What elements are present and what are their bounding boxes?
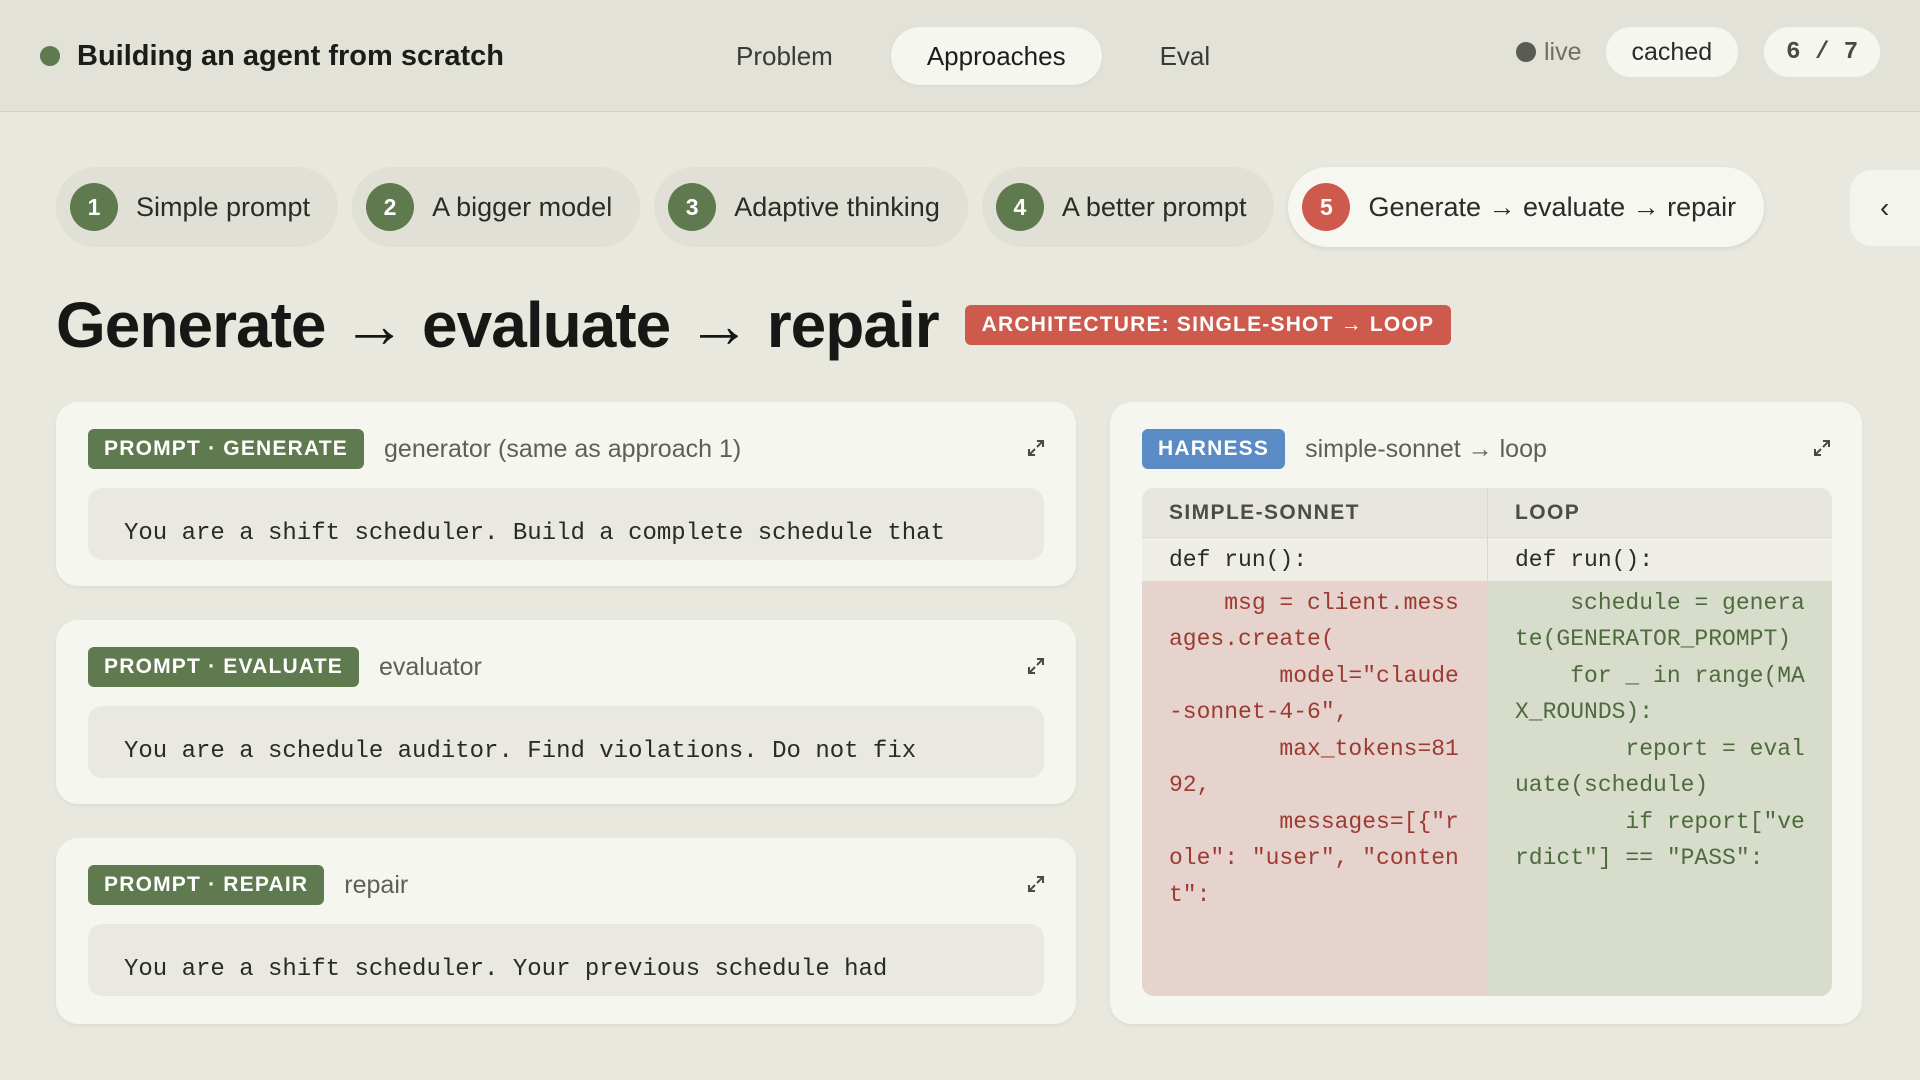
step-label: A bigger model xyxy=(432,191,613,222)
live-dot-icon xyxy=(1516,42,1536,62)
step-label: Adaptive thinking xyxy=(734,191,940,222)
brand: Building an agent from scratch xyxy=(40,36,504,76)
prompt-text: You are a shift scheduler. Build a compl… xyxy=(124,520,945,547)
prompt-subtitle: repair xyxy=(344,870,409,899)
live-indicator[interactable]: live xyxy=(1516,38,1582,67)
prompt-preview[interactable]: You are a shift scheduler. Build a compl… xyxy=(88,488,1044,560)
main-nav: Problem Approaches Eval xyxy=(700,27,1246,85)
code-added-block: schedule = generate(GENERATOR_PROMPT) fo… xyxy=(1488,580,1832,996)
top-bar: Building an agent from scratch Problem A… xyxy=(0,0,1920,112)
prompt-text: You are a shift scheduler. Your previous… xyxy=(124,956,888,983)
step-number: 5 xyxy=(1302,183,1351,231)
prompt-subtitle: generator (same as approach 1) xyxy=(384,434,742,463)
card-header: PROMPT · GENERATE generator (same as app… xyxy=(88,429,741,469)
code-context-line: def run(): xyxy=(1488,538,1832,581)
page-heading: Generate → evaluate → repair ARCHITECTUR… xyxy=(56,288,1452,362)
harness-panel: HARNESS simple-sonnet → loop SIMPLE-SONN… xyxy=(1110,402,1862,1024)
card-header: PROMPT · REPAIR repair xyxy=(88,865,408,905)
status-group: live cached 6 / 7 xyxy=(1516,27,1881,77)
chevron-left-icon: ‹ xyxy=(1880,192,1890,223)
step-better-prompt[interactable]: 4 A better prompt xyxy=(981,167,1275,247)
prompt-card-evaluate: PROMPT · EVALUATE evaluator You are a sc… xyxy=(56,620,1076,804)
prompt-subtitle: evaluator xyxy=(378,652,482,681)
code-removed-block: msg = client.messages.create( model="cla… xyxy=(1142,580,1487,996)
step-simple-prompt[interactable]: 1 Simple prompt xyxy=(56,167,339,247)
code-context-line: def run(): xyxy=(1142,538,1487,581)
prompt-tag: PROMPT · EVALUATE xyxy=(88,647,359,687)
step-number: 3 xyxy=(668,183,717,231)
step-label: Simple prompt xyxy=(136,191,311,222)
app-title: Building an agent from scratch xyxy=(77,39,504,72)
approach-stepper: 1 Simple prompt 2 A bigger model 3 Adapt… xyxy=(56,167,1765,247)
expand-icon[interactable] xyxy=(1026,874,1046,894)
prompt-text: You are a schedule auditor. Find violati… xyxy=(124,738,917,765)
step-label: A better prompt xyxy=(1061,191,1247,222)
harness-subtitle: simple-sonnet → loop xyxy=(1305,434,1547,463)
tab-approaches[interactable]: Approaches xyxy=(890,27,1102,85)
slide-counter: 6 / 7 xyxy=(1764,27,1881,77)
expand-icon[interactable] xyxy=(1812,438,1832,458)
step-number: 4 xyxy=(995,183,1044,231)
tab-problem[interactable]: Problem xyxy=(700,27,869,85)
column-header: LOOP xyxy=(1488,488,1832,538)
prompt-card-repair: PROMPT · REPAIR repair You are a shift s… xyxy=(56,838,1076,1024)
prompt-tag: PROMPT · GENERATE xyxy=(88,429,365,469)
step-adaptive-thinking[interactable]: 3 Adaptive thinking xyxy=(654,167,968,247)
status-dot-icon xyxy=(40,46,60,66)
page-title: Generate → evaluate → repair xyxy=(56,289,940,361)
collapse-button[interactable]: ‹ xyxy=(1850,170,1920,246)
live-label: live xyxy=(1544,37,1582,66)
prompt-preview[interactable]: You are a shift scheduler. Your previous… xyxy=(88,924,1044,996)
diff-column-right: LOOP def run(): schedule = generate(GENE… xyxy=(1487,488,1832,996)
code-diff[interactable]: SIMPLE-SONNET def run(): msg = client.me… xyxy=(1142,488,1832,996)
diff-column-left: SIMPLE-SONNET def run(): msg = client.me… xyxy=(1142,488,1487,996)
harness-tag: HARNESS xyxy=(1142,429,1286,469)
harness-header: HARNESS simple-sonnet → loop xyxy=(1142,429,1547,469)
step-label: Generate → evaluate → repair xyxy=(1368,191,1737,222)
tab-eval[interactable]: Eval xyxy=(1124,27,1247,85)
step-generate-evaluate-repair[interactable]: 5 Generate → evaluate → repair xyxy=(1288,167,1765,247)
prompt-preview[interactable]: You are a schedule auditor. Find violati… xyxy=(88,706,1044,778)
expand-icon[interactable] xyxy=(1026,656,1046,676)
architecture-badge: ARCHITECTURE: SINGLE-SHOT → LOOP xyxy=(964,305,1452,345)
step-bigger-model[interactable]: 2 A bigger model xyxy=(352,167,641,247)
column-header: SIMPLE-SONNET xyxy=(1142,488,1487,538)
card-header: PROMPT · EVALUATE evaluator xyxy=(88,647,482,687)
step-number: 1 xyxy=(70,183,118,231)
step-number: 2 xyxy=(366,183,415,231)
cached-toggle[interactable]: cached xyxy=(1605,27,1739,77)
prompt-card-generate: PROMPT · GENERATE generator (same as app… xyxy=(56,402,1076,586)
expand-icon[interactable] xyxy=(1026,438,1046,458)
prompt-tag: PROMPT · REPAIR xyxy=(88,865,325,905)
